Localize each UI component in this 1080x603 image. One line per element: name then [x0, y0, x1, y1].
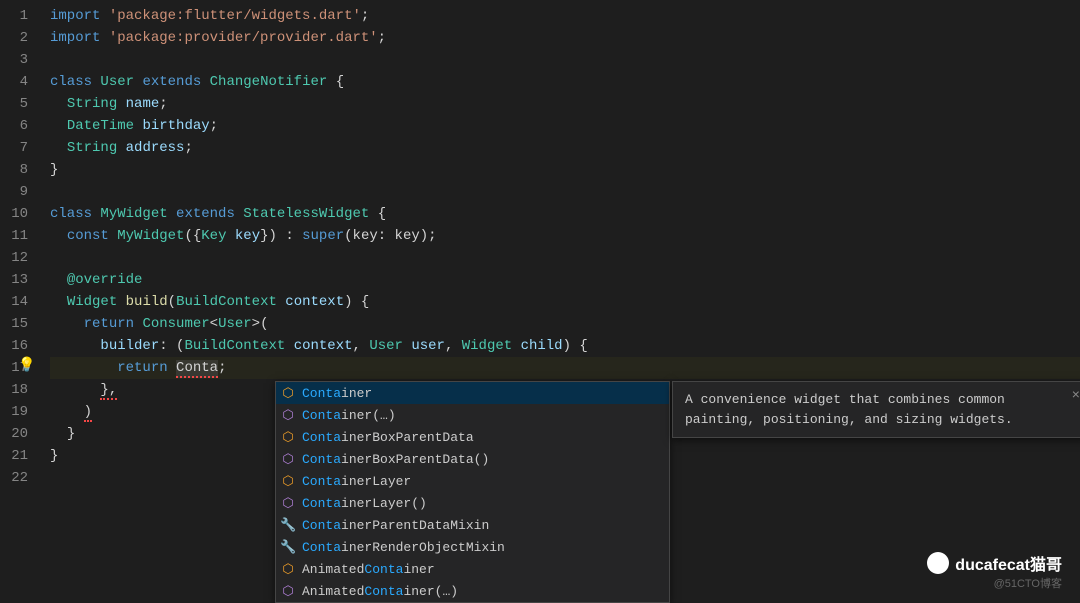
- code-line: import 'package:provider/provider.dart';: [50, 27, 1080, 49]
- code-line: [50, 49, 1080, 71]
- suggestion-item[interactable]: ⬡ AnimatedContainer: [276, 558, 669, 580]
- line-number: 5: [0, 93, 28, 115]
- class-icon: ⬡: [280, 562, 296, 577]
- code-line: [50, 247, 1080, 269]
- suggestion-label: Container: [302, 386, 665, 401]
- suggestion-item[interactable]: ⬡ Container(…): [276, 404, 669, 426]
- class-icon: ⬡: [280, 430, 296, 445]
- line-number: 16: [0, 335, 28, 357]
- method-icon: ⬡: [280, 452, 296, 467]
- watermark: ducafecat猫哥: [927, 551, 1062, 575]
- code-line: Widget build(BuildContext context) {: [50, 291, 1080, 313]
- suggestion-label: ContainerBoxParentData(): [302, 452, 665, 467]
- code-line: DateTime birthday;: [50, 115, 1080, 137]
- line-number: 22: [0, 467, 28, 489]
- class-icon: ⬡: [280, 474, 296, 489]
- method-icon: ⬡: [280, 496, 296, 511]
- suggestion-item[interactable]: ⬡ AnimatedContainer(…): [276, 580, 669, 602]
- suggestion-label: ContainerLayer: [302, 474, 665, 489]
- code-line: @override: [50, 269, 1080, 291]
- watermark-text: ducafecat猫哥: [955, 551, 1062, 575]
- line-number: 8: [0, 159, 28, 181]
- interface-icon: 🔧: [280, 518, 296, 533]
- class-icon: ⬡: [280, 386, 296, 401]
- autocomplete-popup[interactable]: ⬡ Container ⬡ Container(…) ⬡ ContainerBoxPare…: [275, 381, 670, 603]
- line-number: 4: [0, 71, 28, 93]
- suggestion-item[interactable]: ⬡ Container: [276, 382, 669, 404]
- line-number: 2: [0, 27, 28, 49]
- code-editor: 1 2 3 4 5 6 7 8 9 10 11 12 13 14 15 16 1…: [0, 0, 1080, 593]
- line-number: 3: [0, 49, 28, 71]
- suggestion-item[interactable]: 🔧 ContainerParentDataMixin: [276, 514, 669, 536]
- suggestion-item[interactable]: ⬡ ContainerBoxParentData(): [276, 448, 669, 470]
- suggestion-item[interactable]: ⬡ ContainerLayer: [276, 470, 669, 492]
- method-icon: ⬡: [280, 408, 296, 423]
- line-number: 19: [0, 401, 28, 423]
- code-line: class User extends ChangeNotifier {: [50, 71, 1080, 93]
- suggestion-label: AnimatedContainer: [302, 562, 665, 577]
- suggestion-item[interactable]: ⬡ ContainerBoxParentData: [276, 426, 669, 448]
- method-icon: ⬡: [280, 584, 296, 599]
- line-number: 11: [0, 225, 28, 247]
- suggestion-item[interactable]: 🔧 ContainerRenderObjectMixin: [276, 536, 669, 558]
- code-line: import 'package:flutter/widgets.dart';: [50, 5, 1080, 27]
- line-number: 10: [0, 203, 28, 225]
- line-number: 21: [0, 445, 28, 467]
- code-line-active: return Conta;: [50, 357, 1080, 379]
- suggestion-label: AnimatedContainer(…): [302, 584, 665, 599]
- line-number: 18: [0, 379, 28, 401]
- line-number: 14: [0, 291, 28, 313]
- code-line: const MyWidget({Key key}) : super(key: k…: [50, 225, 1080, 247]
- interface-icon: 🔧: [280, 540, 296, 555]
- suggestion-label: ContainerRenderObjectMixin: [302, 540, 665, 555]
- doc-text: A convenience widget that combines commo…: [685, 392, 1013, 427]
- close-icon[interactable]: ×: [1072, 386, 1080, 407]
- code-line: builder: (BuildContext context, User use…: [50, 335, 1080, 357]
- suggestion-label: ContainerBoxParentData: [302, 430, 665, 445]
- line-number: 20: [0, 423, 28, 445]
- wechat-icon: [927, 552, 949, 574]
- line-number: 7: [0, 137, 28, 159]
- code-area[interactable]: 💡 import 'package:flutter/widgets.dart';…: [40, 0, 1080, 593]
- code-line: [50, 181, 1080, 203]
- code-line: String address;: [50, 137, 1080, 159]
- attribution-text: @51CTO博客: [994, 575, 1062, 591]
- documentation-popup: × A convenience widget that combines com…: [672, 381, 1080, 438]
- line-number-gutter: 1 2 3 4 5 6 7 8 9 10 11 12 13 14 15 16 1…: [0, 0, 40, 593]
- line-number: 1: [0, 5, 28, 27]
- code-line: }: [50, 159, 1080, 181]
- line-number: 15: [0, 313, 28, 335]
- line-number: 12: [0, 247, 28, 269]
- suggestion-item[interactable]: ⬡ ContainerLayer(): [276, 492, 669, 514]
- code-line: class MyWidget extends StatelessWidget {: [50, 203, 1080, 225]
- suggestion-label: ContainerLayer(): [302, 496, 665, 511]
- code-line: String name;: [50, 93, 1080, 115]
- lightbulb-icon[interactable]: 💡: [18, 357, 35, 374]
- code-line: return Consumer<User>(: [50, 313, 1080, 335]
- line-number: 13: [0, 269, 28, 291]
- line-number: 6: [0, 115, 28, 137]
- suggestion-label: Container(…): [302, 408, 665, 423]
- suggestion-label: ContainerParentDataMixin: [302, 518, 665, 533]
- line-number: 9: [0, 181, 28, 203]
